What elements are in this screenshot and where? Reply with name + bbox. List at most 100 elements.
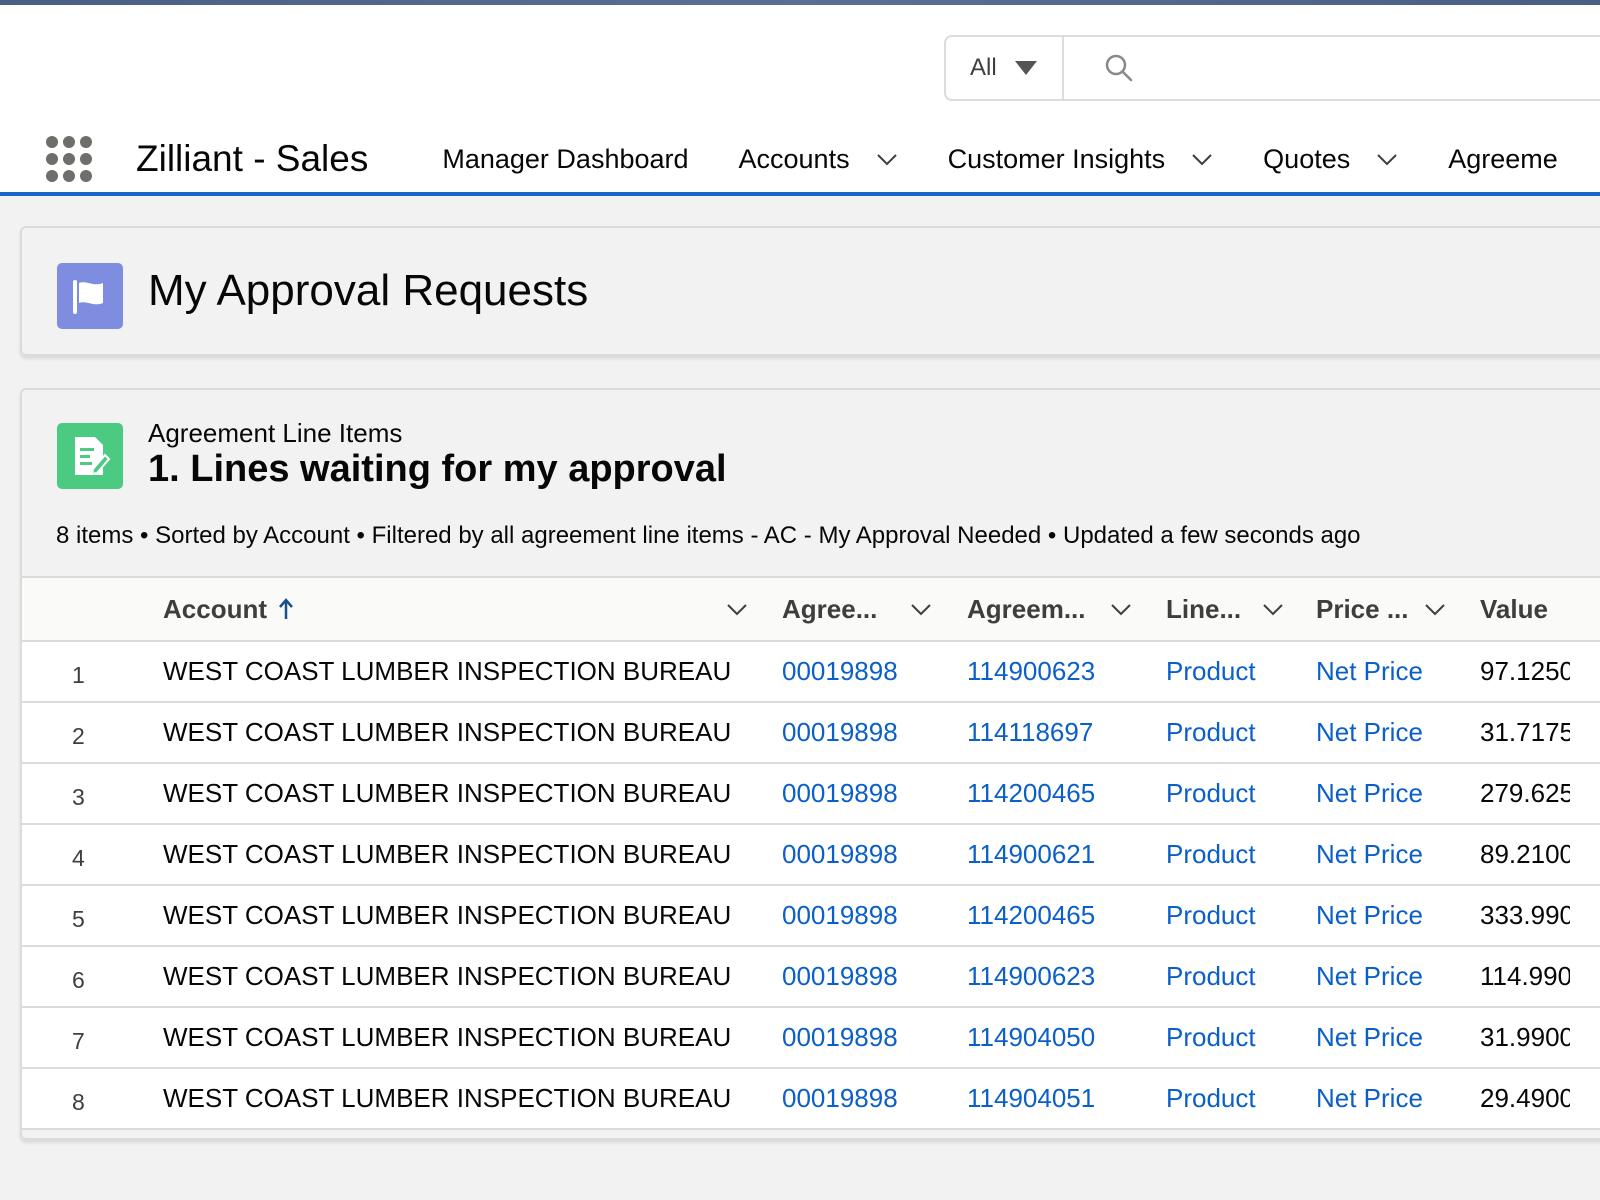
value-cell: 97.1250 xyxy=(1480,656,1570,686)
nav-items: Manager Dashboard Accounts Customer Insi… xyxy=(442,144,1600,175)
nav-item-label: Agreeme xyxy=(1448,143,1558,174)
app-launcher-button[interactable] xyxy=(46,136,92,182)
line-type-link[interactable]: Product xyxy=(1166,642,1256,701)
app-name: Zilliant - Sales xyxy=(136,138,369,179)
nav-item-customer-insights[interactable]: Customer Insights xyxy=(948,144,1214,175)
row-number: 2 xyxy=(72,723,85,749)
agreement-line-link[interactable]: 114200465 xyxy=(967,764,1095,823)
agreement-number-link[interactable]: 00019898 xyxy=(782,703,898,762)
nav-item-agreements[interactable]: Agreeme xyxy=(1448,144,1558,175)
grid-dot-icon xyxy=(46,136,58,148)
agreement-number-link[interactable]: 00019898 xyxy=(782,825,898,884)
agreement-number-link[interactable]: 00019898 xyxy=(782,642,898,701)
column-header-label: Agree... xyxy=(782,593,878,624)
chevron-down-icon[interactable] xyxy=(876,148,898,170)
line-type-link[interactable]: Product xyxy=(1166,703,1256,762)
global-search: All xyxy=(944,35,1600,101)
row-number: 7 xyxy=(72,1028,85,1054)
value-cell: 89.2100 xyxy=(1480,839,1570,869)
list-object-name: Agreement Line Items xyxy=(148,418,403,448)
row-number: 1 xyxy=(72,662,85,688)
column-header-agreement-line[interactable]: Agreem... xyxy=(967,578,1086,640)
chevron-down-icon[interactable] xyxy=(1376,148,1398,170)
value-cell: 333.990 xyxy=(1480,900,1570,930)
grid-dot-icon xyxy=(63,153,75,165)
grid-dot-icon xyxy=(80,153,92,165)
value-cell: 114.990 xyxy=(1480,961,1570,991)
column-header-value[interactable]: Value xyxy=(1480,578,1548,640)
nav-item-manager-dashboard[interactable]: Manager Dashboard xyxy=(442,144,688,175)
page-header-card: My Approval Requests xyxy=(20,226,1600,356)
agreement-number-link[interactable]: 00019898 xyxy=(782,947,898,1006)
column-menu-chevron-icon[interactable] xyxy=(726,598,748,620)
price-type-link[interactable]: Net Price xyxy=(1316,1069,1423,1128)
agreement-line-link[interactable]: 114118697 xyxy=(967,703,1093,762)
column-header-label: Value xyxy=(1480,593,1548,624)
agreement-line-link[interactable]: 114904051 xyxy=(967,1069,1095,1128)
grid-dot-icon xyxy=(46,170,58,182)
line-type-link[interactable]: Product xyxy=(1166,764,1256,823)
column-header-account[interactable]: Account xyxy=(163,578,295,640)
table-row: 5 WEST COAST LUMBER INSPECTION BUREAU 00… xyxy=(22,886,1600,947)
table-header: Account Agree... Agreem... Line... Price… xyxy=(22,578,1600,642)
line-type-link[interactable]: Product xyxy=(1166,886,1256,945)
price-type-link[interactable]: Net Price xyxy=(1316,825,1423,884)
table-row: 7 WEST COAST LUMBER INSPECTION BUREAU 00… xyxy=(22,1008,1600,1069)
column-header-agreement-number[interactable]: Agree... xyxy=(782,578,877,640)
column-header-line-type[interactable]: Line... xyxy=(1166,578,1241,640)
search-scope-dropdown[interactable]: All xyxy=(946,37,1064,99)
nav-item-accounts[interactable]: Accounts xyxy=(739,144,898,175)
line-type-link[interactable]: Product xyxy=(1166,1069,1256,1128)
column-menu-chevron-icon[interactable] xyxy=(1110,598,1132,620)
table-row: 4 WEST COAST LUMBER INSPECTION BUREAU 00… xyxy=(22,825,1600,886)
chevron-down-icon[interactable] xyxy=(1191,148,1213,170)
agreement-line-link[interactable]: 114900623 xyxy=(967,947,1095,1006)
account-name: WEST COAST LUMBER INSPECTION BUREAU xyxy=(163,1022,732,1052)
agreement-number-link[interactable]: 00019898 xyxy=(782,1008,898,1067)
column-header-label: Price ... xyxy=(1316,593,1409,624)
document-edit-icon xyxy=(57,423,123,489)
price-type-link[interactable]: Net Price xyxy=(1316,886,1423,945)
account-name: WEST COAST LUMBER INSPECTION BUREAU xyxy=(163,778,732,808)
agreement-number-link[interactable]: 00019898 xyxy=(782,764,898,823)
account-name: WEST COAST LUMBER INSPECTION BUREAU xyxy=(163,1083,732,1113)
account-name: WEST COAST LUMBER INSPECTION BUREAU xyxy=(163,961,732,991)
agreement-line-link[interactable]: 114200465 xyxy=(967,886,1095,945)
line-type-link[interactable]: Product xyxy=(1166,825,1256,884)
data-table: Account Agree... Agreem... Line... Price… xyxy=(22,576,1600,1130)
account-name: WEST COAST LUMBER INSPECTION BUREAU xyxy=(163,900,732,930)
search-scope-label: All xyxy=(970,54,997,81)
price-type-link[interactable]: Net Price xyxy=(1316,1008,1423,1067)
line-type-link[interactable]: Product xyxy=(1166,947,1256,1006)
value-cell: 29.4900 xyxy=(1480,1083,1570,1113)
price-type-link[interactable]: Net Price xyxy=(1316,703,1423,762)
list-view-title[interactable]: 1. Lines waiting for my approval xyxy=(148,448,727,491)
account-name: WEST COAST LUMBER INSPECTION BUREAU xyxy=(163,656,732,686)
price-type-link[interactable]: Net Price xyxy=(1316,764,1423,823)
search-input[interactable] xyxy=(1146,37,1600,99)
agreement-line-link[interactable]: 114904050 xyxy=(967,1008,1095,1067)
nav-item-quotes[interactable]: Quotes xyxy=(1263,144,1398,175)
app-navigation: Zilliant - Sales Manager Dashboard Accou… xyxy=(0,123,1600,195)
nav-item-label: Accounts xyxy=(738,143,850,174)
agreement-number-link[interactable]: 00019898 xyxy=(782,1069,898,1128)
line-type-link[interactable]: Product xyxy=(1166,1008,1256,1067)
agreement-line-link[interactable]: 114900621 xyxy=(967,825,1095,884)
nav-item-label: Manager Dashboard xyxy=(442,143,689,174)
column-menu-chevron-icon[interactable] xyxy=(1262,598,1284,620)
column-header-price-type[interactable]: Price ... xyxy=(1316,578,1409,640)
grid-dot-icon xyxy=(63,170,75,182)
agreement-line-link[interactable]: 114900623 xyxy=(967,642,1095,701)
column-menu-chevron-icon[interactable] xyxy=(1424,598,1446,620)
price-type-link[interactable]: Net Price xyxy=(1316,947,1423,1006)
agreement-number-link[interactable]: 00019898 xyxy=(782,886,898,945)
row-number: 3 xyxy=(72,784,85,810)
account-name: WEST COAST LUMBER INSPECTION BUREAU xyxy=(163,839,732,869)
table-row: 3 WEST COAST LUMBER INSPECTION BUREAU 00… xyxy=(22,764,1600,825)
column-menu-chevron-icon[interactable] xyxy=(910,598,932,620)
grid-dot-icon xyxy=(80,136,92,148)
price-type-link[interactable]: Net Price xyxy=(1316,642,1423,701)
table-body: 1 WEST COAST LUMBER INSPECTION BUREAU 00… xyxy=(22,642,1600,1130)
value-cell: 31.9900 xyxy=(1480,1022,1570,1052)
grid-dot-icon xyxy=(80,170,92,182)
